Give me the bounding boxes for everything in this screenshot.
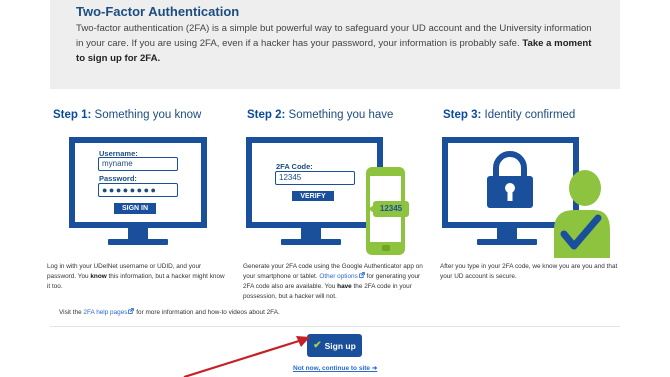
annotation-arrow-icon bbox=[183, 336, 310, 377]
user-confirmed-icon bbox=[554, 170, 610, 258]
other-options-link[interactable]: Other options bbox=[319, 273, 357, 280]
username-display: myname bbox=[98, 157, 178, 171]
help-prefix: Visit the bbox=[59, 309, 82, 316]
step-1-description: Log in with your UDelNet username or UDI… bbox=[47, 262, 227, 292]
step-2-heading: Step 2: Something you have bbox=[247, 109, 393, 121]
help-text: Visit the 2FA help pages for more inform… bbox=[59, 308, 280, 316]
step-2-desc-bold: have bbox=[337, 283, 352, 290]
step-3-heading: Step 3: Identity confirmed bbox=[443, 109, 575, 121]
code-display: 12345 bbox=[275, 171, 355, 185]
monitor-1-base bbox=[108, 239, 168, 245]
code-label: 2FA Code: bbox=[276, 162, 313, 171]
step-1-title: Something you know bbox=[94, 109, 202, 121]
section-divider bbox=[50, 326, 620, 327]
step-2-label: Step 2: bbox=[247, 109, 286, 121]
step-3-title: Identity confirmed bbox=[484, 109, 576, 121]
step-3-label: Step 3: bbox=[443, 109, 482, 121]
padlock-icon bbox=[487, 151, 533, 208]
intro-text: Two-factor authentication (2FA) is a sim… bbox=[76, 21, 596, 66]
step-1-heading: Step 1: Something you know bbox=[53, 109, 201, 121]
step-3-description: After you type in your 2FA code, we know… bbox=[440, 263, 618, 280]
intro-body: Two-factor authentication (2FA) is a sim… bbox=[76, 23, 592, 49]
phone-code-bubble: 12345 bbox=[373, 201, 409, 217]
sign-in-illustration-button: SIGN IN bbox=[114, 203, 156, 214]
page-title: Two-Factor Authentication bbox=[76, 4, 240, 19]
password-label: Password: bbox=[99, 174, 137, 183]
monitor-3-base bbox=[477, 239, 537, 245]
step-1-label: Step 1: bbox=[53, 109, 92, 121]
monitor-2-base bbox=[281, 239, 341, 245]
verify-illustration-button: VERIFY bbox=[292, 191, 334, 201]
help-suffix: for more information and how-to videos a… bbox=[136, 309, 280, 316]
step-2-description: Generate your 2FA code using the Google … bbox=[243, 262, 431, 302]
phone-home-button bbox=[382, 245, 390, 251]
external-link-icon bbox=[358, 272, 365, 278]
help-pages-link[interactable]: 2FA help pages bbox=[83, 309, 127, 316]
external-link-icon bbox=[128, 308, 135, 314]
password-display: ●●●●●●●● bbox=[98, 183, 178, 197]
sign-up-label: Sign up bbox=[324, 340, 356, 351]
intro-panel: Two-Factor Authentication Two-factor aut… bbox=[50, 0, 620, 89]
step-2-title: Something you have bbox=[288, 109, 394, 121]
step-1-desc-bold: know bbox=[90, 273, 107, 280]
